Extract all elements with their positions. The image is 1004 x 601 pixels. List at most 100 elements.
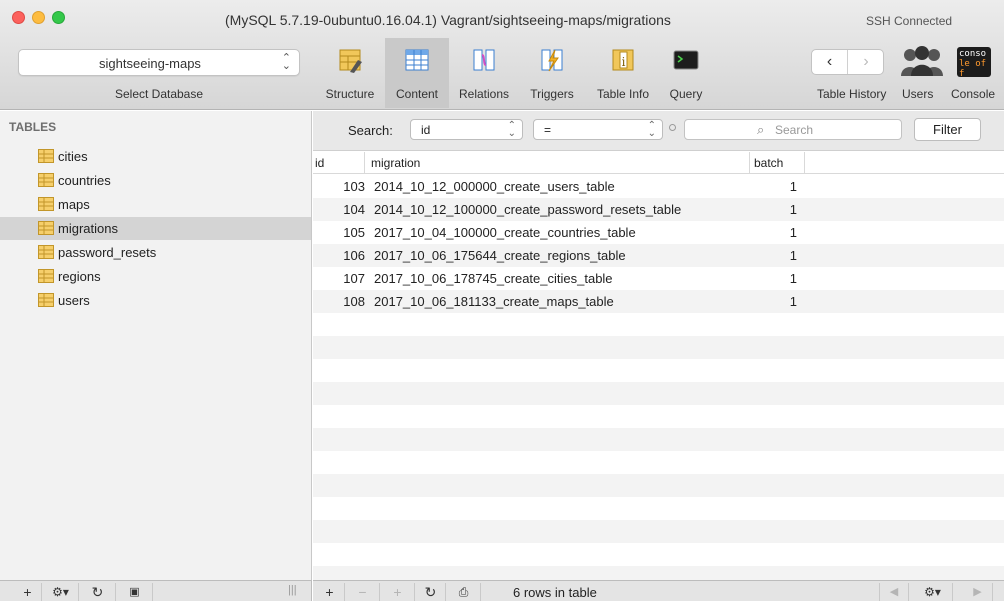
cell-id: 108: [343, 294, 365, 309]
sidebar-item-label: countries: [58, 173, 111, 188]
toolbar-content[interactable]: Content: [385, 38, 449, 108]
column-header-batch[interactable]: batch: [750, 152, 805, 174]
table-icon: [38, 149, 54, 163]
next-page-button[interactable]: ▶: [963, 583, 993, 601]
search-field-select-value: id: [421, 123, 431, 137]
toolbar-relations[interactable]: Relations: [452, 38, 516, 108]
svg-text:i: i: [622, 55, 626, 69]
sidebar-item-maps[interactable]: maps: [0, 193, 311, 216]
search-input[interactable]: ⌕ Search: [684, 119, 902, 140]
zoom-window-button[interactable]: [52, 11, 65, 24]
toolbar-structure-label: Structure: [325, 87, 375, 101]
console-label: Console: [951, 87, 996, 101]
sidebar-item-label: cities: [58, 149, 88, 164]
sidebar-item-label: maps: [58, 197, 90, 212]
filter-bar: Search: id ⌃ ⌄ = ⌃ ⌄ ⌕ Search Filter: [313, 111, 1004, 151]
remove-row-button[interactable]: −: [346, 583, 380, 601]
window-toolbar: (MySQL 5.7.19-0ubuntu0.16.04.1) Vagrant/…: [0, 0, 1004, 110]
table-row[interactable]: 107 2017_10_06_178745_create_cities_table…: [313, 267, 1004, 290]
sidebar-item-countries[interactable]: countries: [0, 169, 311, 192]
tables-sidebar: TABLES cities countries maps migrations pass…: [0, 111, 312, 580]
table-info-toggle-icon[interactable]: ▣: [117, 583, 153, 601]
column-header-id[interactable]: id: [313, 152, 365, 174]
users-icon[interactable]: [900, 44, 944, 78]
sidebar-item-migrations[interactable]: migrations: [0, 217, 311, 240]
table-row[interactable]: 106 2017_10_06_175644_create_regions_tabl…: [313, 244, 1004, 267]
cell-id: 106: [343, 248, 365, 263]
empty-row: [313, 313, 1004, 336]
select-arrows-icon: ⌃ ⌄: [281, 52, 291, 72]
add-row-button[interactable]: +: [315, 583, 345, 601]
triggers-icon: [541, 49, 563, 72]
refresh-rows-button[interactable]: ↻: [416, 583, 446, 601]
sidebar-item-label: regions: [58, 269, 101, 284]
table-icon: [38, 245, 54, 259]
toolbar-table-info[interactable]: i Table Info: [587, 38, 659, 108]
database-select[interactable]: sightseeing-maps ⌃ ⌄: [18, 49, 300, 76]
search-icon: ⌕: [757, 122, 765, 137]
select-database-label: Select Database: [114, 87, 204, 101]
sidebar-item-password-resets[interactable]: password_resets: [0, 241, 311, 264]
forward-arrow-icon[interactable]: ›: [848, 50, 884, 74]
add-table-button[interactable]: +: [14, 583, 42, 601]
empty-row: [313, 520, 1004, 543]
cell-id: 107: [343, 271, 365, 286]
back-arrow-icon[interactable]: ‹: [812, 50, 848, 74]
table-history-label: Table History: [817, 87, 887, 101]
close-window-button[interactable]: [12, 11, 25, 24]
cell-batch: 1: [789, 202, 797, 217]
cell-migration: 2014_10_12_000000_create_users_table: [374, 179, 615, 194]
sidebar-item-regions[interactable]: regions: [0, 265, 311, 288]
search-field-select[interactable]: id ⌃ ⌄: [410, 119, 523, 140]
empty-row: [313, 566, 1004, 580]
table-row[interactable]: 108 2017_10_06_181133_create_maps_table 1: [313, 290, 1004, 313]
cell-batch: 1: [789, 225, 797, 240]
select-arrows-icon: ⌃ ⌄: [507, 120, 516, 139]
resize-handle-icon[interactable]: |||: [288, 584, 297, 596]
refresh-tables-button[interactable]: ↻: [80, 583, 116, 601]
table-row[interactable]: 103 2014_10_12_000000_create_users_table 1: [313, 175, 1004, 198]
database-select-value: sightseeing-maps: [99, 56, 201, 71]
pagination-gear-menu[interactable]: ⚙▾: [913, 583, 953, 601]
cell-migration: 2017_10_04_100000_create_countries_table: [374, 225, 636, 240]
table-icon: [38, 269, 54, 283]
empty-row: [313, 428, 1004, 451]
toolbar-triggers-label: Triggers: [530, 87, 574, 101]
cell-batch: 1: [789, 179, 797, 194]
table-gear-menu[interactable]: ⚙▾: [43, 583, 79, 601]
empty-row: [313, 497, 1004, 520]
sidebar-item-cities[interactable]: cities: [0, 145, 311, 168]
tables-heading: TABLES: [9, 120, 57, 134]
table-info-icon: i: [612, 49, 634, 71]
previous-page-button[interactable]: ◀: [879, 583, 909, 601]
search-label: Search:: [348, 123, 393, 138]
cell-migration: 2017_10_06_175644_create_regions_table: [374, 248, 626, 263]
column-header-migration[interactable]: migration: [366, 152, 750, 174]
select-arrows-icon: ⌃ ⌄: [647, 120, 656, 139]
toolbar-table-info-label: Table Info: [596, 87, 650, 101]
empty-row: [313, 359, 1004, 382]
content-grid: 103 2014_10_12_000000_create_users_table 1…: [313, 152, 1004, 580]
table-icon: [38, 293, 54, 307]
operator-select-value: =: [544, 123, 552, 137]
cell-migration: 2014_10_12_100000_create_password_resets…: [374, 202, 682, 217]
toolbar-query[interactable]: Query: [660, 38, 712, 108]
table-row[interactable]: 105 2017_10_04_100000_create_countries_ta…: [313, 221, 1004, 244]
export-icon[interactable]: ⎙: [447, 583, 481, 601]
empty-row: [313, 382, 1004, 405]
empty-row: [313, 405, 1004, 428]
console-icon[interactable]: conso le off: [957, 47, 991, 79]
terminal-icon: [673, 50, 699, 70]
grid-header: id migration batch: [313, 152, 1004, 174]
toolbar-query-label: Query: [669, 87, 703, 101]
duplicate-row-button[interactable]: +: [381, 583, 415, 601]
toolbar-triggers[interactable]: Triggers: [520, 38, 584, 108]
filter-button[interactable]: Filter: [914, 118, 981, 141]
toolbar-structure[interactable]: Structure: [318, 38, 382, 108]
empty-row: [313, 474, 1004, 497]
table-row[interactable]: 104 2014_10_12_100000_create_password_res…: [313, 198, 1004, 221]
status-dot-icon: [669, 124, 676, 131]
sidebar-item-users[interactable]: users: [0, 289, 311, 312]
minimize-window-button[interactable]: [32, 11, 45, 24]
operator-select[interactable]: = ⌃ ⌄: [533, 119, 663, 140]
